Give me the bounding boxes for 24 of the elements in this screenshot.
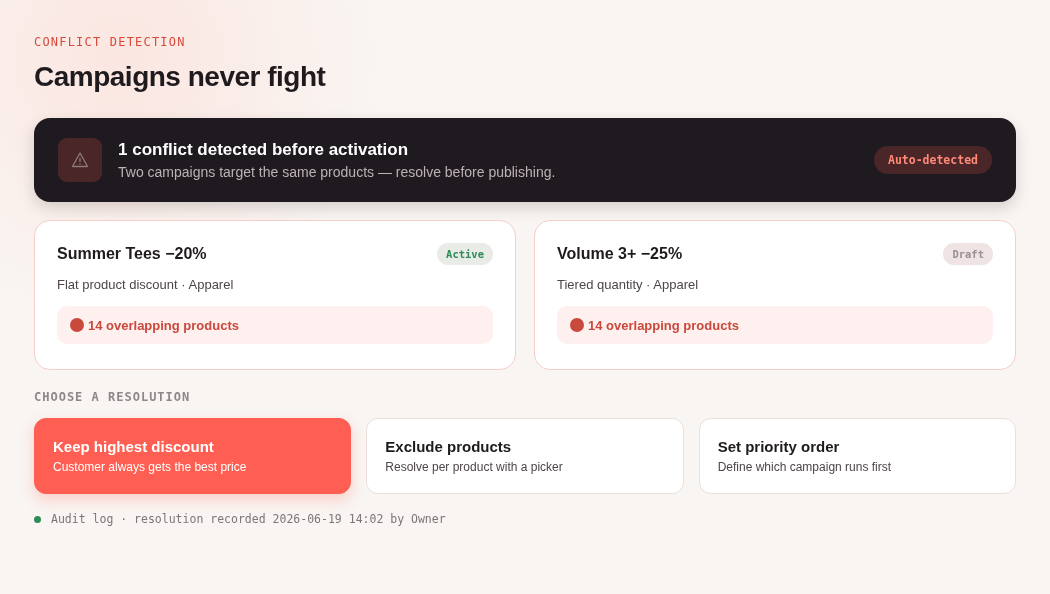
option-title: Exclude products: [385, 438, 513, 455]
audit-log-text: Audit log · resolution recorded 2026-06-19 14:02 by Owner: [51, 512, 446, 526]
overlap-count: 14 overlapping products: [88, 317, 239, 333]
section-label: CHOOSE A RESOLUTION: [34, 390, 192, 404]
campaign-name: Volume 3+ −25%: [557, 245, 683, 263]
alert-title: 1 conflict detected before activation: [118, 140, 409, 160]
page-title: Campaigns never fight: [34, 60, 327, 94]
status-pill: Active: [437, 243, 493, 265]
option-description: Resolve per product with a picker: [385, 460, 564, 474]
campaign-meta: Flat product discount · Apparel: [57, 277, 235, 292]
option-description: Customer always gets the best price: [53, 460, 248, 474]
option-title: Keep highest discount: [53, 438, 215, 455]
status-badge: Auto-detected: [874, 146, 992, 174]
warning-icon: [58, 138, 102, 182]
campaign-name: Summer Tees −20%: [57, 245, 207, 263]
campaign-meta: Tiered quantity · Apparel: [557, 277, 700, 292]
resolution-option[interactable]: Set priority order Define which campaign runs first: [698, 418, 1016, 494]
alert-message: Two campaigns target the same products — resolve before publishing.: [118, 164, 557, 180]
section-eyebrow: CONFLICT DETECTION: [34, 35, 187, 49]
resolution-option[interactable]: Exclude products Resolve per product with a picker: [366, 418, 684, 494]
status-pill: Draft: [943, 243, 993, 265]
option-title: Set priority order: [717, 438, 841, 455]
option-description: Define which campaign runs first: [717, 460, 893, 474]
overlap-count: 14 overlapping products: [588, 317, 739, 333]
